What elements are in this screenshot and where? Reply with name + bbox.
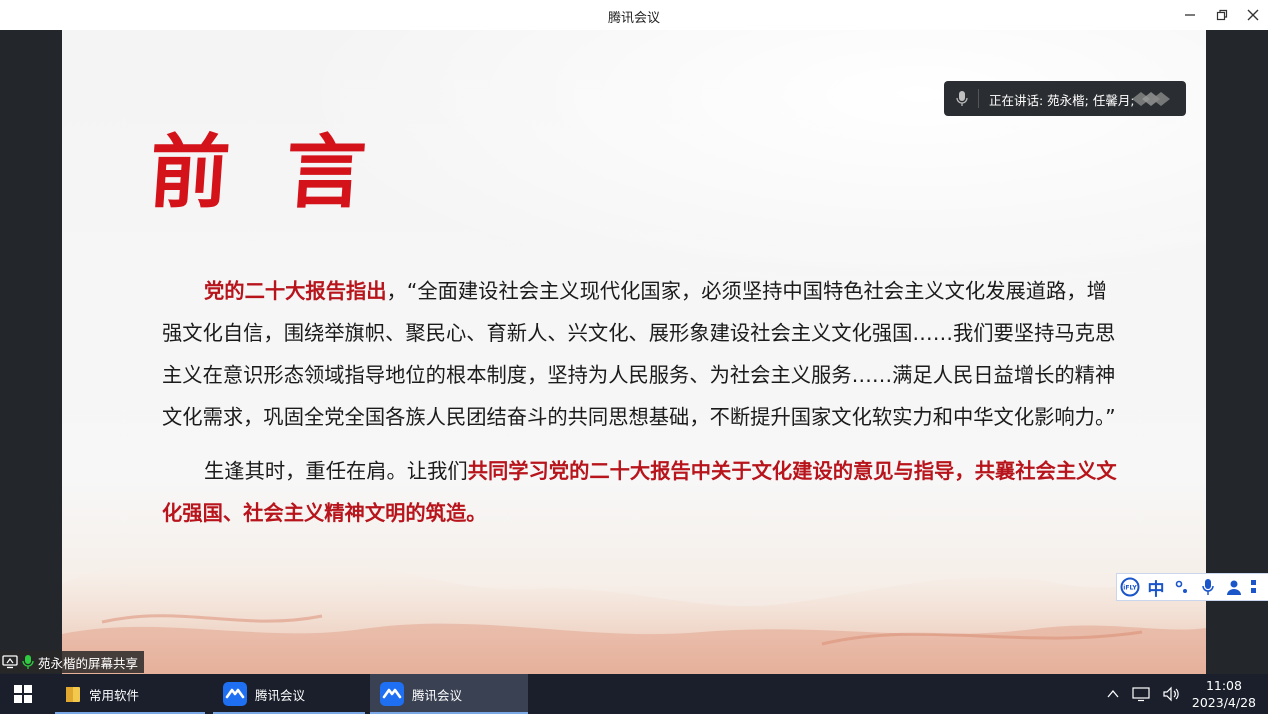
slide-body: 党的二十大报告指出，“全面建设社会主义现代化国家，必须坚持中国特色社会主义文化发… bbox=[162, 270, 1122, 534]
restore-button[interactable] bbox=[1212, 5, 1232, 25]
folder-icon bbox=[66, 687, 80, 702]
chevron-up-icon[interactable] bbox=[1106, 687, 1120, 701]
paragraph-1: 党的二十大报告指出，“全面建设社会主义现代化国家，必须坚持中国特色社会主义文化发… bbox=[162, 270, 1122, 438]
network-icon[interactable] bbox=[1132, 686, 1150, 702]
clock[interactable]: 11:08 2023/4/28 bbox=[1192, 677, 1256, 711]
menu-grid-icon[interactable] bbox=[1247, 574, 1261, 600]
window-title: 腾讯会议 bbox=[607, 11, 660, 26]
taskbar-item-meeting-1[interactable]: 腾讯会议 bbox=[213, 674, 365, 714]
window-title-bar: 腾讯会议 bbox=[0, 0, 1268, 31]
taskbar-item-label: 常用软件 bbox=[89, 687, 140, 703]
divider bbox=[978, 89, 979, 108]
microphone-icon bbox=[956, 91, 968, 106]
close-button[interactable] bbox=[1243, 5, 1263, 25]
svg-text:iFLY: iFLY bbox=[1123, 585, 1137, 592]
system-tray: 11:08 2023/4/28 bbox=[1106, 674, 1256, 714]
ime-language-toggle[interactable]: 中 bbox=[1143, 574, 1169, 600]
slide-title: 前言 bbox=[146, 125, 425, 219]
user-icon[interactable] bbox=[1221, 574, 1247, 600]
screen-share-label: 苑永楷的屏幕共享 bbox=[0, 651, 145, 673]
taskbar-item-label: 腾讯会议 bbox=[412, 687, 463, 703]
minimize-button[interactable] bbox=[1180, 5, 1200, 25]
screen-share-owner: 苑永楷的屏幕共享 bbox=[38, 655, 139, 671]
microphone-active-icon bbox=[22, 655, 34, 669]
restore-icon bbox=[1216, 9, 1228, 21]
screen-share-icon bbox=[2, 655, 18, 669]
blurred-name bbox=[1132, 92, 1170, 106]
start-button[interactable] bbox=[0, 674, 46, 714]
cloud-decoration bbox=[62, 562, 1206, 674]
speaking-label: 正在讲话: 苑永楷; 任馨月; bbox=[989, 93, 1135, 108]
paragraph-1-highlight: 党的二十大报告指出 bbox=[204, 279, 387, 303]
paragraph-2: 生逢其时，重任在肩。让我们共同学习党的二十大报告中关于文化建设的意见与指导，共襄… bbox=[162, 450, 1122, 534]
taskbar-item-meeting-2[interactable]: 腾讯会议 bbox=[370, 674, 528, 714]
tencent-meeting-icon bbox=[380, 682, 404, 706]
clock-time: 11:08 bbox=[1205, 678, 1242, 693]
tencent-meeting-icon bbox=[223, 682, 247, 706]
voice-input-icon[interactable] bbox=[1195, 574, 1221, 600]
minimize-icon bbox=[1185, 14, 1195, 16]
paragraph-2-text: 生逢其时，重任在肩。让我们 bbox=[204, 459, 468, 483]
punctuation-icon[interactable] bbox=[1169, 574, 1195, 600]
shared-slide: 前言 党的二十大报告指出，“全面建设社会主义现代化国家，必须坚持中国特色社会主义… bbox=[62, 30, 1206, 674]
ifly-logo-icon[interactable]: iFLY bbox=[1117, 574, 1143, 600]
speaking-indicator: 正在讲话: 苑永楷; 任馨月; bbox=[944, 81, 1186, 116]
taskbar-item-folder[interactable]: 常用软件 bbox=[55, 674, 205, 714]
volume-icon[interactable] bbox=[1162, 686, 1180, 702]
ime-toolbar: iFLY 中 bbox=[1116, 573, 1268, 601]
taskbar: 常用软件 腾讯会议 腾讯会议 11:08 2023/4/28 bbox=[0, 674, 1268, 714]
clock-date: 2023/4/28 bbox=[1191, 695, 1256, 710]
windows-logo-icon bbox=[14, 685, 32, 703]
taskbar-item-label: 腾讯会议 bbox=[255, 687, 306, 703]
close-icon bbox=[1247, 9, 1259, 21]
